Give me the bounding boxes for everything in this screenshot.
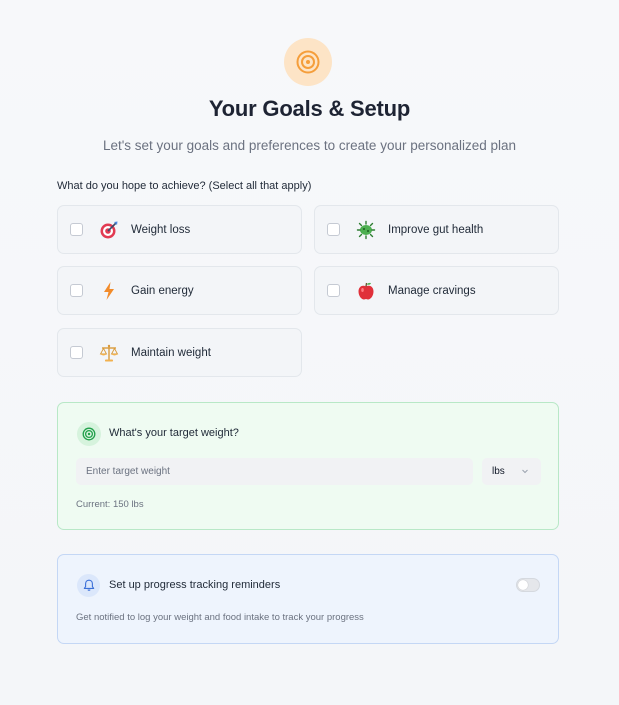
reminders-description: Get notified to log your weight and food… bbox=[76, 612, 364, 623]
bell-icon bbox=[77, 574, 100, 597]
dart-target-icon bbox=[99, 220, 119, 240]
goal-label: Maintain weight bbox=[131, 346, 211, 359]
goal-checkbox[interactable] bbox=[70, 223, 83, 236]
goal-label: Weight loss bbox=[131, 223, 191, 236]
goal-checkbox[interactable] bbox=[70, 346, 83, 359]
current-weight-text: Current: 150 lbs bbox=[76, 499, 144, 510]
lightning-icon bbox=[99, 281, 119, 301]
goal-option-gain-energy[interactable]: Gain energy bbox=[57, 266, 302, 315]
reminders-toggle[interactable] bbox=[516, 578, 540, 592]
goal-option-manage-cravings[interactable]: Manage cravings bbox=[314, 266, 559, 315]
goal-checkbox[interactable] bbox=[327, 223, 340, 236]
goal-checkbox[interactable] bbox=[70, 284, 83, 297]
goal-option-maintain-weight[interactable]: Maintain weight bbox=[57, 328, 302, 377]
page-title: Your Goals & Setup bbox=[208, 96, 411, 121]
toggle-knob bbox=[518, 580, 528, 590]
target-weight-card: What's your target weight? lbs Current: … bbox=[57, 402, 559, 530]
microbe-icon bbox=[356, 220, 376, 240]
goals-setup-page: Your Goals & Setup Let's set your goals … bbox=[0, 0, 619, 705]
goal-checkbox[interactable] bbox=[327, 284, 340, 297]
chevron-down-icon bbox=[521, 467, 529, 478]
goals-question: What do you hope to achieve? (Select all… bbox=[57, 180, 312, 192]
reminders-heading: Set up progress tracking reminders bbox=[109, 579, 281, 591]
target-weight-input[interactable] bbox=[76, 458, 473, 485]
apple-icon bbox=[356, 281, 376, 301]
target-icon bbox=[284, 38, 332, 86]
unit-select-value: lbs bbox=[492, 466, 505, 477]
balance-scale-icon bbox=[99, 343, 119, 363]
page-subtitle: Let's set your goals and preferences to … bbox=[102, 138, 517, 153]
reminders-card: Set up progress tracking reminders Get n… bbox=[57, 554, 559, 644]
target-weight-heading: What's your target weight? bbox=[109, 427, 239, 439]
goal-option-gut-health[interactable]: Improve gut health bbox=[314, 205, 559, 254]
goal-label: Manage cravings bbox=[388, 284, 476, 297]
target-icon bbox=[77, 422, 101, 446]
goal-option-weight-loss[interactable]: Weight loss bbox=[57, 205, 302, 254]
goal-label: Improve gut health bbox=[388, 223, 484, 236]
goal-label: Gain energy bbox=[131, 284, 194, 297]
unit-select[interactable]: lbs bbox=[482, 458, 541, 485]
